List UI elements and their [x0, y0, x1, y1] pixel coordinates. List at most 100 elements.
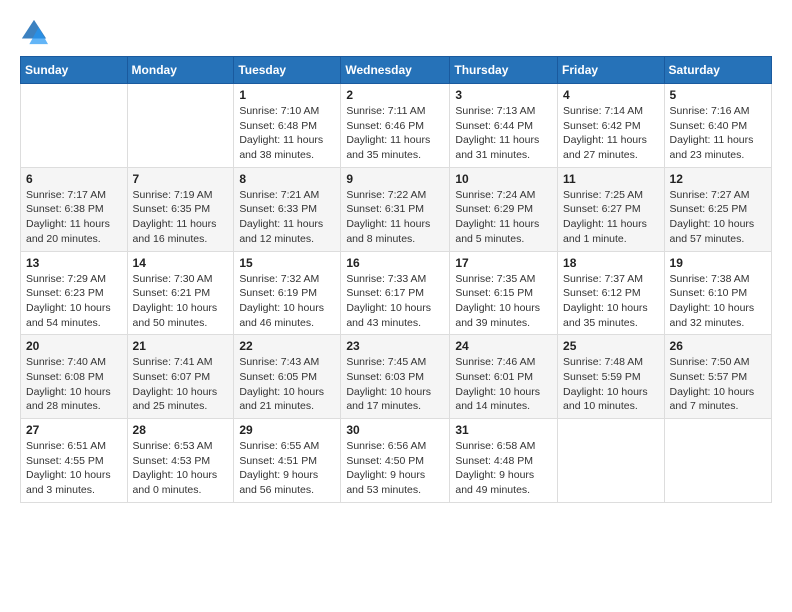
day-number: 3 [455, 88, 552, 102]
day-number: 2 [346, 88, 444, 102]
cell-info: Sunrise: 6:55 AMSunset: 4:51 PMDaylight:… [239, 439, 335, 498]
calendar-cell: 9 Sunrise: 7:22 AMSunset: 6:31 PMDayligh… [341, 167, 450, 251]
calendar-cell: 1 Sunrise: 7:10 AMSunset: 6:48 PMDayligh… [234, 84, 341, 168]
day-number: 20 [26, 339, 122, 353]
calendar-cell: 8 Sunrise: 7:21 AMSunset: 6:33 PMDayligh… [234, 167, 341, 251]
cell-info: Sunrise: 7:43 AMSunset: 6:05 PMDaylight:… [239, 355, 335, 414]
day-header-wednesday: Wednesday [341, 57, 450, 84]
calendar-cell: 29 Sunrise: 6:55 AMSunset: 4:51 PMDaylig… [234, 419, 341, 503]
day-header-sunday: Sunday [21, 57, 128, 84]
cell-info: Sunrise: 7:17 AMSunset: 6:38 PMDaylight:… [26, 188, 122, 247]
cell-info: Sunrise: 7:24 AMSunset: 6:29 PMDaylight:… [455, 188, 552, 247]
day-number: 29 [239, 423, 335, 437]
day-number: 28 [133, 423, 229, 437]
calendar-cell: 14 Sunrise: 7:30 AMSunset: 6:21 PMDaylig… [127, 251, 234, 335]
day-number: 1 [239, 88, 335, 102]
week-row-1: 1 Sunrise: 7:10 AMSunset: 6:48 PMDayligh… [21, 84, 772, 168]
day-number: 7 [133, 172, 229, 186]
day-header-tuesday: Tuesday [234, 57, 341, 84]
calendar-cell: 12 Sunrise: 7:27 AMSunset: 6:25 PMDaylig… [664, 167, 771, 251]
calendar-cell: 11 Sunrise: 7:25 AMSunset: 6:27 PMDaylig… [558, 167, 665, 251]
day-number: 13 [26, 256, 122, 270]
day-number: 18 [563, 256, 659, 270]
cell-info: Sunrise: 7:40 AMSunset: 6:08 PMDaylight:… [26, 355, 122, 414]
calendar-cell: 13 Sunrise: 7:29 AMSunset: 6:23 PMDaylig… [21, 251, 128, 335]
cell-info: Sunrise: 7:37 AMSunset: 6:12 PMDaylight:… [563, 272, 659, 331]
cell-info: Sunrise: 7:46 AMSunset: 6:01 PMDaylight:… [455, 355, 552, 414]
day-number: 22 [239, 339, 335, 353]
day-number: 6 [26, 172, 122, 186]
calendar-cell: 28 Sunrise: 6:53 AMSunset: 4:53 PMDaylig… [127, 419, 234, 503]
calendar-cell [664, 419, 771, 503]
calendar-cell: 10 Sunrise: 7:24 AMSunset: 6:29 PMDaylig… [450, 167, 558, 251]
day-number: 9 [346, 172, 444, 186]
calendar-cell: 15 Sunrise: 7:32 AMSunset: 6:19 PMDaylig… [234, 251, 341, 335]
day-header-saturday: Saturday [664, 57, 771, 84]
calendar-cell: 24 Sunrise: 7:46 AMSunset: 6:01 PMDaylig… [450, 335, 558, 419]
day-number: 10 [455, 172, 552, 186]
cell-info: Sunrise: 6:56 AMSunset: 4:50 PMDaylight:… [346, 439, 444, 498]
cell-info: Sunrise: 7:50 AMSunset: 5:57 PMDaylight:… [670, 355, 766, 414]
cell-info: Sunrise: 7:45 AMSunset: 6:03 PMDaylight:… [346, 355, 444, 414]
day-number: 30 [346, 423, 444, 437]
day-number: 31 [455, 423, 552, 437]
day-number: 26 [670, 339, 766, 353]
cell-info: Sunrise: 7:10 AMSunset: 6:48 PMDaylight:… [239, 104, 335, 163]
logo-icon [20, 18, 48, 46]
calendar-header-row: SundayMondayTuesdayWednesdayThursdayFrid… [21, 57, 772, 84]
week-row-4: 20 Sunrise: 7:40 AMSunset: 6:08 PMDaylig… [21, 335, 772, 419]
cell-info: Sunrise: 7:32 AMSunset: 6:19 PMDaylight:… [239, 272, 335, 331]
cell-info: Sunrise: 7:22 AMSunset: 6:31 PMDaylight:… [346, 188, 444, 247]
cell-info: Sunrise: 7:33 AMSunset: 6:17 PMDaylight:… [346, 272, 444, 331]
cell-info: Sunrise: 7:13 AMSunset: 6:44 PMDaylight:… [455, 104, 552, 163]
calendar-cell: 22 Sunrise: 7:43 AMSunset: 6:05 PMDaylig… [234, 335, 341, 419]
calendar-cell: 19 Sunrise: 7:38 AMSunset: 6:10 PMDaylig… [664, 251, 771, 335]
cell-info: Sunrise: 7:27 AMSunset: 6:25 PMDaylight:… [670, 188, 766, 247]
day-number: 12 [670, 172, 766, 186]
cell-info: Sunrise: 7:29 AMSunset: 6:23 PMDaylight:… [26, 272, 122, 331]
calendar-cell: 31 Sunrise: 6:58 AMSunset: 4:48 PMDaylig… [450, 419, 558, 503]
cell-info: Sunrise: 7:48 AMSunset: 5:59 PMDaylight:… [563, 355, 659, 414]
day-number: 23 [346, 339, 444, 353]
calendar-cell: 7 Sunrise: 7:19 AMSunset: 6:35 PMDayligh… [127, 167, 234, 251]
day-number: 16 [346, 256, 444, 270]
week-row-3: 13 Sunrise: 7:29 AMSunset: 6:23 PMDaylig… [21, 251, 772, 335]
day-number: 27 [26, 423, 122, 437]
day-number: 24 [455, 339, 552, 353]
calendar-cell: 18 Sunrise: 7:37 AMSunset: 6:12 PMDaylig… [558, 251, 665, 335]
calendar-cell: 16 Sunrise: 7:33 AMSunset: 6:17 PMDaylig… [341, 251, 450, 335]
week-row-5: 27 Sunrise: 6:51 AMSunset: 4:55 PMDaylig… [21, 419, 772, 503]
day-number: 15 [239, 256, 335, 270]
logo [20, 18, 54, 46]
cell-info: Sunrise: 7:16 AMSunset: 6:40 PMDaylight:… [670, 104, 766, 163]
calendar-cell [127, 84, 234, 168]
calendar-cell: 4 Sunrise: 7:14 AMSunset: 6:42 PMDayligh… [558, 84, 665, 168]
day-number: 14 [133, 256, 229, 270]
cell-info: Sunrise: 7:14 AMSunset: 6:42 PMDaylight:… [563, 104, 659, 163]
day-number: 17 [455, 256, 552, 270]
day-header-monday: Monday [127, 57, 234, 84]
cell-info: Sunrise: 6:51 AMSunset: 4:55 PMDaylight:… [26, 439, 122, 498]
day-number: 21 [133, 339, 229, 353]
day-number: 11 [563, 172, 659, 186]
cell-info: Sunrise: 7:11 AMSunset: 6:46 PMDaylight:… [346, 104, 444, 163]
day-number: 19 [670, 256, 766, 270]
calendar-table: SundayMondayTuesdayWednesdayThursdayFrid… [20, 56, 772, 503]
cell-info: Sunrise: 7:41 AMSunset: 6:07 PMDaylight:… [133, 355, 229, 414]
calendar-cell: 30 Sunrise: 6:56 AMSunset: 4:50 PMDaylig… [341, 419, 450, 503]
cell-info: Sunrise: 6:53 AMSunset: 4:53 PMDaylight:… [133, 439, 229, 498]
calendar-cell: 3 Sunrise: 7:13 AMSunset: 6:44 PMDayligh… [450, 84, 558, 168]
calendar-cell: 21 Sunrise: 7:41 AMSunset: 6:07 PMDaylig… [127, 335, 234, 419]
calendar-cell: 25 Sunrise: 7:48 AMSunset: 5:59 PMDaylig… [558, 335, 665, 419]
calendar-cell: 26 Sunrise: 7:50 AMSunset: 5:57 PMDaylig… [664, 335, 771, 419]
day-number: 5 [670, 88, 766, 102]
day-number: 25 [563, 339, 659, 353]
calendar-cell: 2 Sunrise: 7:11 AMSunset: 6:46 PMDayligh… [341, 84, 450, 168]
header [20, 18, 772, 46]
cell-info: Sunrise: 7:30 AMSunset: 6:21 PMDaylight:… [133, 272, 229, 331]
cell-info: Sunrise: 7:38 AMSunset: 6:10 PMDaylight:… [670, 272, 766, 331]
week-row-2: 6 Sunrise: 7:17 AMSunset: 6:38 PMDayligh… [21, 167, 772, 251]
calendar-cell: 23 Sunrise: 7:45 AMSunset: 6:03 PMDaylig… [341, 335, 450, 419]
calendar-cell: 20 Sunrise: 7:40 AMSunset: 6:08 PMDaylig… [21, 335, 128, 419]
calendar-cell [21, 84, 128, 168]
